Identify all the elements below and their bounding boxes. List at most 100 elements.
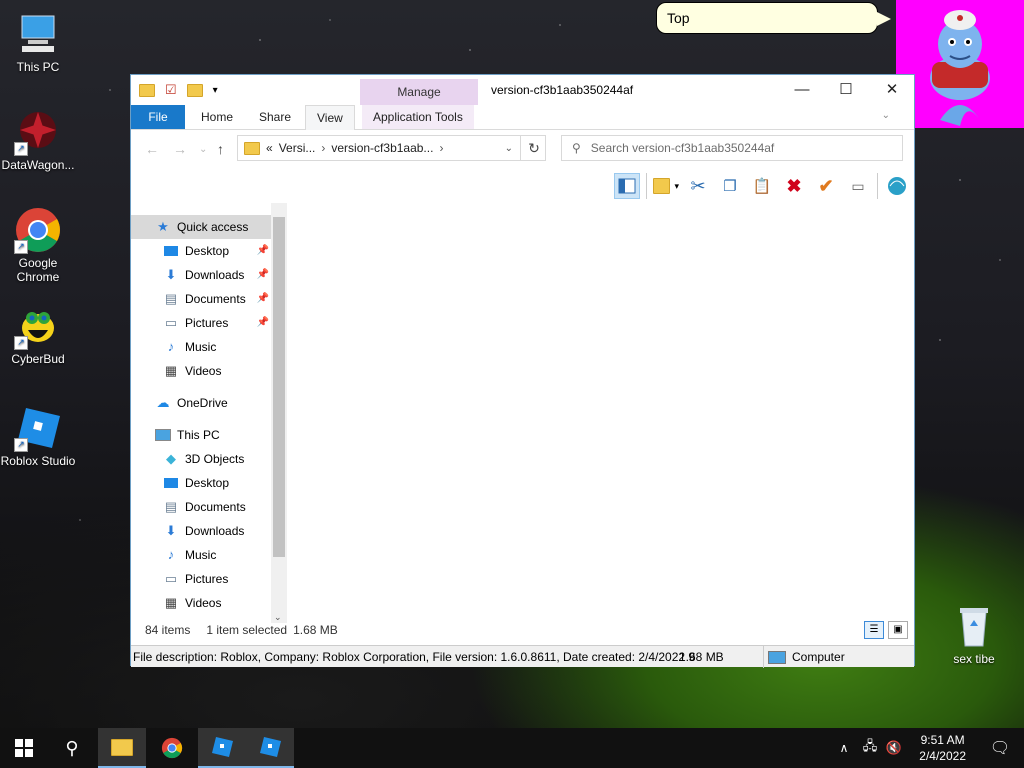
properties-icon[interactable]: ☑ [165, 82, 177, 98]
action-center-button[interactable]: 🗨 [976, 728, 1024, 768]
delete-icon[interactable]: ✖ [781, 173, 807, 199]
desktop-icon-datawagon[interactable]: ↗ DataWagon... [0, 108, 76, 172]
customize-qat-icon[interactable]: ▾ [213, 85, 218, 96]
chevron-right-icon[interactable]: › [439, 141, 443, 155]
large-icons-view-icon[interactable]: ▣ [888, 621, 908, 639]
sidebar-item-desktop[interactable]: Desktop 📌 [131, 239, 271, 263]
tab-application-tools[interactable]: Application Tools [362, 105, 474, 129]
chevron-right-icon[interactable]: › [321, 141, 325, 155]
new-folder-menu-icon[interactable]: ▾ [653, 173, 679, 199]
cut-icon[interactable]: ✂ [685, 173, 711, 199]
recycle-bin-icon [950, 602, 998, 650]
desktop-icon-this-pc[interactable]: This PC [0, 10, 76, 74]
tab-home[interactable]: Home [190, 105, 244, 129]
breadcrumb-current[interactable]: version-cf3b1aab... [331, 141, 433, 155]
properties-icon[interactable]: ▭ [845, 173, 871, 199]
taskbar-clock[interactable]: 9:51 AM 2/4/2022 [919, 732, 966, 764]
maximize-button[interactable]: ☐ [823, 79, 869, 101]
genie-icon [930, 10, 990, 126]
toolbar-separator [646, 173, 647, 199]
pin-icon[interactable]: 📌 [257, 263, 269, 287]
sidebar-item-3d-objects[interactable]: ◆ 3D Objects [131, 447, 271, 471]
genie-assistant[interactable] [896, 0, 1024, 128]
volume-status[interactable]: 🔇 [882, 728, 906, 768]
pin-icon[interactable]: 📌 [257, 311, 269, 335]
sidebar-item-desktop[interactable]: Desktop [131, 471, 271, 495]
desktop-icon-label: Google Chrome [16, 256, 60, 284]
desktop-icon-cyberbud[interactable]: ↗ CyberBud [0, 302, 76, 366]
refresh-button[interactable]: ↻ [520, 135, 547, 161]
details-view-icon[interactable]: ☰ [864, 621, 884, 639]
shell-icon[interactable] [884, 173, 910, 199]
taskbar-chrome[interactable] [148, 728, 196, 768]
file-list-area[interactable] [289, 203, 914, 621]
location-label: Computer [792, 650, 845, 664]
rename-icon[interactable]: ✔ [813, 173, 839, 199]
sidebar-item-music[interactable]: ♪ Music [131, 335, 271, 359]
sidebar-item-documents[interactable]: ▤ Documents 📌 [131, 287, 271, 311]
pin-icon[interactable]: 📌 [257, 287, 269, 311]
roblox-studio-icon [260, 737, 281, 757]
scroll-down-arrow-icon[interactable]: ⌄ [274, 612, 282, 623]
sidebar-item-label: Documents [185, 500, 246, 514]
network-status[interactable]: 🖧 [858, 728, 882, 768]
folder-icon[interactable] [139, 83, 155, 97]
sidebar-item-documents[interactable]: ▤ Documents [131, 495, 271, 519]
close-button[interactable]: ✕ [869, 79, 915, 101]
sidebar-item-label: 3D Objects [185, 452, 245, 466]
desktop-icon-recycle-bin[interactable]: sex tibe [936, 602, 1012, 666]
desktop-icon-roblox-studio[interactable]: ↗ Roblox Studio [0, 404, 76, 468]
sidebar-item-quick-access[interactable]: ★ Quick access [131, 215, 271, 239]
sidebar-item-this-pc[interactable]: This PC [131, 423, 271, 447]
title-bar[interactable]: ☑ ▾ Manage version-cf3b1aab350244af — ☐ … [131, 75, 914, 105]
address-bar[interactable]: « Versi... › version-cf3b1aab... › ⌄ [237, 135, 546, 161]
taskbar-file-explorer[interactable] [98, 728, 146, 768]
desktop-icon-google-chrome[interactable]: ↗ Google Chrome [0, 206, 76, 284]
download-arrow-icon: ⬇ [165, 267, 177, 282]
sidebar-item-videos[interactable]: ▦ Videos [131, 591, 271, 615]
ribbon-expand-icon[interactable]: ⌄ [882, 110, 890, 121]
back-arrow-icon[interactable]: ← [145, 141, 159, 157]
paste-icon[interactable]: 📋 [749, 173, 775, 199]
file-description-text: File description: Roblox, Company: Roblo… [133, 650, 696, 664]
sidebar-item-downloads[interactable]: ⬇ Downloads 📌 [131, 263, 271, 287]
search-button[interactable]: ⚲ [48, 728, 96, 768]
tab-file[interactable]: File [131, 105, 185, 129]
file-explorer-icon [111, 738, 133, 756]
roblox-studio-icon: ↗ [14, 404, 62, 452]
show-hidden-icons-button[interactable]: ∧ [832, 728, 856, 768]
recent-locations-icon[interactable]: ⌄ [199, 144, 207, 155]
tab-view[interactable]: View [305, 105, 355, 130]
datawagon-icon: ↗ [14, 108, 62, 156]
sidebar-item-downloads[interactable]: ⬇ Downloads [131, 519, 271, 543]
forward-arrow-icon[interactable]: → [173, 141, 187, 157]
sidebar-item-pictures[interactable]: ▭ Pictures [131, 567, 271, 591]
document-icon: ▤ [164, 291, 178, 306]
start-button[interactable] [0, 728, 48, 768]
sidebar-item-onedrive[interactable]: ☁ OneDrive [131, 391, 271, 415]
minimize-button[interactable]: — [779, 79, 825, 101]
quick-access-toolbar: ☑ ▾ [139, 82, 218, 98]
preview-pane-icon[interactable] [614, 173, 640, 199]
address-dropdown-icon[interactable]: ⌄ [505, 143, 513, 154]
scrollbar-thumb[interactable] [273, 217, 285, 557]
navigation-scrollbar[interactable]: ⌄ [271, 203, 287, 623]
sidebar-item-label: Documents [185, 292, 246, 306]
copy-icon[interactable]: ❐ [717, 173, 743, 199]
sidebar-item-label: Downloads [185, 524, 245, 538]
new-folder-icon[interactable] [186, 83, 203, 97]
sidebar-item-videos[interactable]: ▦ Videos [131, 359, 271, 383]
sidebar-item-label: Quick access [177, 220, 249, 234]
sidebar-item-music[interactable]: ♪ Music [131, 543, 271, 567]
up-arrow-icon[interactable]: ↑ [217, 141, 224, 157]
search-input[interactable]: ⚲ Search version-cf3b1aab350244af [561, 135, 903, 161]
sidebar-item-pictures[interactable]: ▭ Pictures 📌 [131, 311, 271, 335]
sidebar-item-label: Pictures [185, 316, 229, 330]
file-size: 1.68 MB [679, 650, 724, 664]
taskbar-roblox-studio-2[interactable] [246, 728, 294, 768]
breadcrumb-versions[interactable]: Versi... [279, 141, 316, 155]
tab-share[interactable]: Share [248, 105, 302, 129]
address-overflow[interactable]: « [266, 141, 273, 155]
taskbar-roblox-studio-1[interactable] [198, 728, 246, 768]
pin-icon[interactable]: 📌 [257, 239, 269, 263]
